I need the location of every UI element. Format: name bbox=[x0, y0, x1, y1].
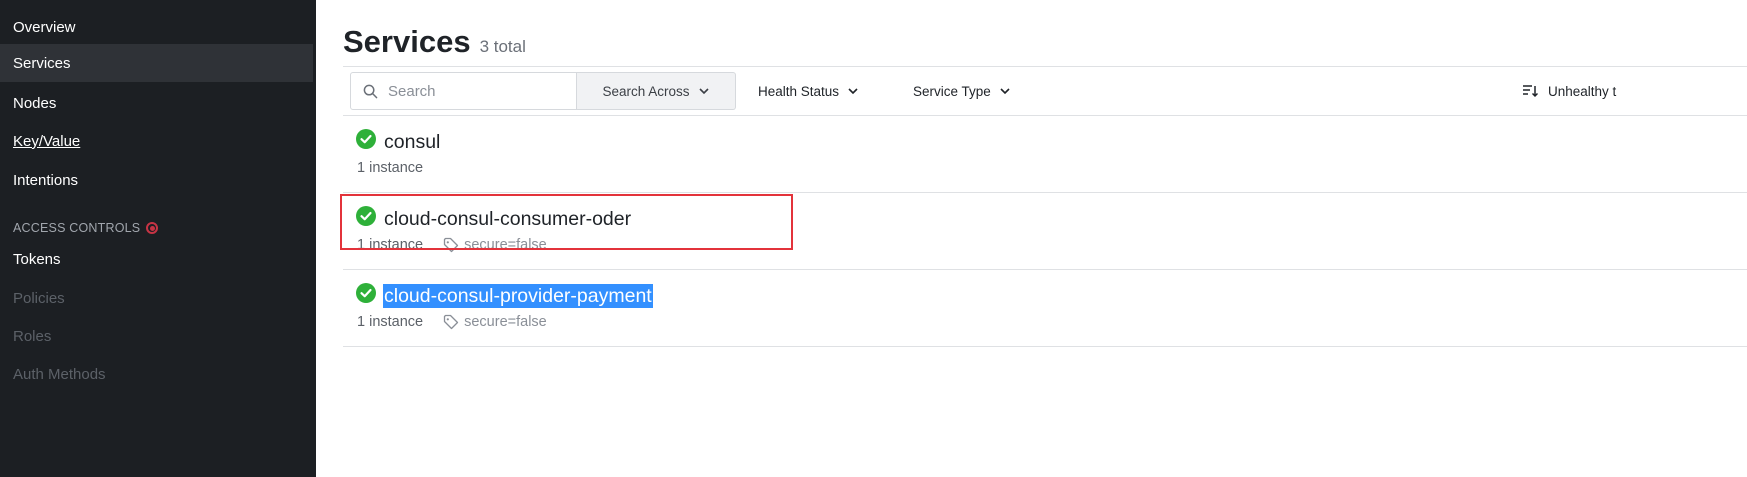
main-content: Services 3 total Search Across Health St… bbox=[316, 0, 1747, 477]
instance-count: 1 instance bbox=[357, 160, 424, 176]
chevron-down-icon bbox=[698, 88, 709, 95]
service-tag: secure=false bbox=[443, 237, 547, 253]
access-controls-heading: ACCESS CONTROLS bbox=[13, 221, 159, 235]
service-meta: 1 instance secure=false bbox=[357, 314, 547, 330]
sort-dropdown[interactable]: Unhealthy t bbox=[1522, 72, 1616, 110]
alert-dot-icon bbox=[146, 222, 159, 234]
sidebar-item-overview[interactable]: Overview bbox=[0, 8, 313, 46]
sidebar-item-tokens[interactable]: Tokens bbox=[0, 240, 313, 278]
service-tag: secure=false bbox=[443, 314, 547, 330]
health-status-dropdown[interactable]: Health Status bbox=[758, 72, 859, 110]
search-icon bbox=[363, 84, 378, 98]
search-box bbox=[350, 72, 577, 110]
sidebar-item-roles: Roles bbox=[0, 317, 313, 355]
sidebar-item-label: Tokens bbox=[13, 250, 61, 268]
sidebar-item-label: Overview bbox=[13, 18, 76, 36]
services-count: 3 total bbox=[479, 37, 526, 56]
sidebar-item-label: Key/Value bbox=[13, 132, 81, 150]
instance-count: 1 instance bbox=[357, 314, 424, 330]
sidebar-item-label: Roles bbox=[13, 327, 52, 345]
page-title: Services bbox=[343, 24, 471, 59]
tag-icon bbox=[443, 314, 459, 330]
list-item[interactable]: cloud-consul-provider-payment 1 instance… bbox=[343, 270, 1747, 347]
service-type-label: Service Type bbox=[913, 83, 991, 99]
tag-label: secure=false bbox=[464, 237, 547, 253]
sidebar-item-nodes[interactable]: Nodes bbox=[0, 84, 313, 122]
sidebar-item-services[interactable]: Services bbox=[0, 44, 313, 82]
search-across-label: Search Across bbox=[602, 83, 690, 99]
services-list: consul 1 instance cloud-consul-consumer-… bbox=[343, 116, 1747, 347]
health-status-label: Health Status bbox=[758, 83, 840, 99]
service-meta: 1 instance bbox=[357, 160, 423, 176]
instance-count: 1 instance bbox=[357, 237, 424, 253]
service-name-link[interactable]: cloud-consul-consumer-oder bbox=[383, 207, 632, 231]
sidebar-item-key-value[interactable]: Key/Value bbox=[0, 122, 313, 160]
search-input[interactable] bbox=[388, 82, 568, 100]
sidebar: Overview Services Nodes Key/Value Intent… bbox=[0, 0, 316, 477]
service-name-link[interactable]: consul bbox=[383, 130, 441, 154]
sidebar-item-auth-methods: Auth Methods bbox=[0, 355, 313, 393]
service-name-link[interactable]: cloud-consul-provider-payment bbox=[383, 284, 653, 308]
page-header: Services 3 total bbox=[343, 24, 526, 60]
check-circle-icon bbox=[356, 129, 376, 149]
filter-toolbar: Search Across Health Status Service Type bbox=[343, 66, 1747, 116]
sidebar-item-policies: Policies bbox=[0, 279, 313, 317]
search-across-dropdown[interactable]: Search Across bbox=[577, 72, 736, 110]
sidebar-item-label: Auth Methods bbox=[13, 365, 106, 383]
list-item[interactable]: cloud-consul-consumer-oder 1 instance se… bbox=[343, 193, 1747, 270]
service-type-dropdown[interactable]: Service Type bbox=[913, 72, 1011, 110]
tag-icon bbox=[443, 237, 459, 253]
check-circle-icon bbox=[356, 206, 376, 226]
section-heading-label: ACCESS CONTROLS bbox=[13, 221, 141, 235]
sidebar-item-label: Policies bbox=[13, 289, 65, 307]
sort-icon bbox=[1523, 85, 1538, 98]
chevron-down-icon bbox=[848, 88, 858, 95]
service-meta: 1 instance secure=false bbox=[357, 237, 547, 253]
sidebar-item-label: Services bbox=[13, 54, 71, 72]
sort-label: Unhealthy t bbox=[1548, 83, 1617, 99]
check-circle-icon bbox=[356, 283, 376, 303]
sidebar-item-intentions[interactable]: Intentions bbox=[0, 161, 313, 199]
tag-label: secure=false bbox=[464, 314, 547, 330]
list-item[interactable]: consul 1 instance bbox=[343, 116, 1747, 193]
chevron-down-icon bbox=[1000, 88, 1010, 95]
sidebar-item-label: Intentions bbox=[13, 171, 79, 189]
sidebar-item-label: Nodes bbox=[13, 94, 57, 112]
